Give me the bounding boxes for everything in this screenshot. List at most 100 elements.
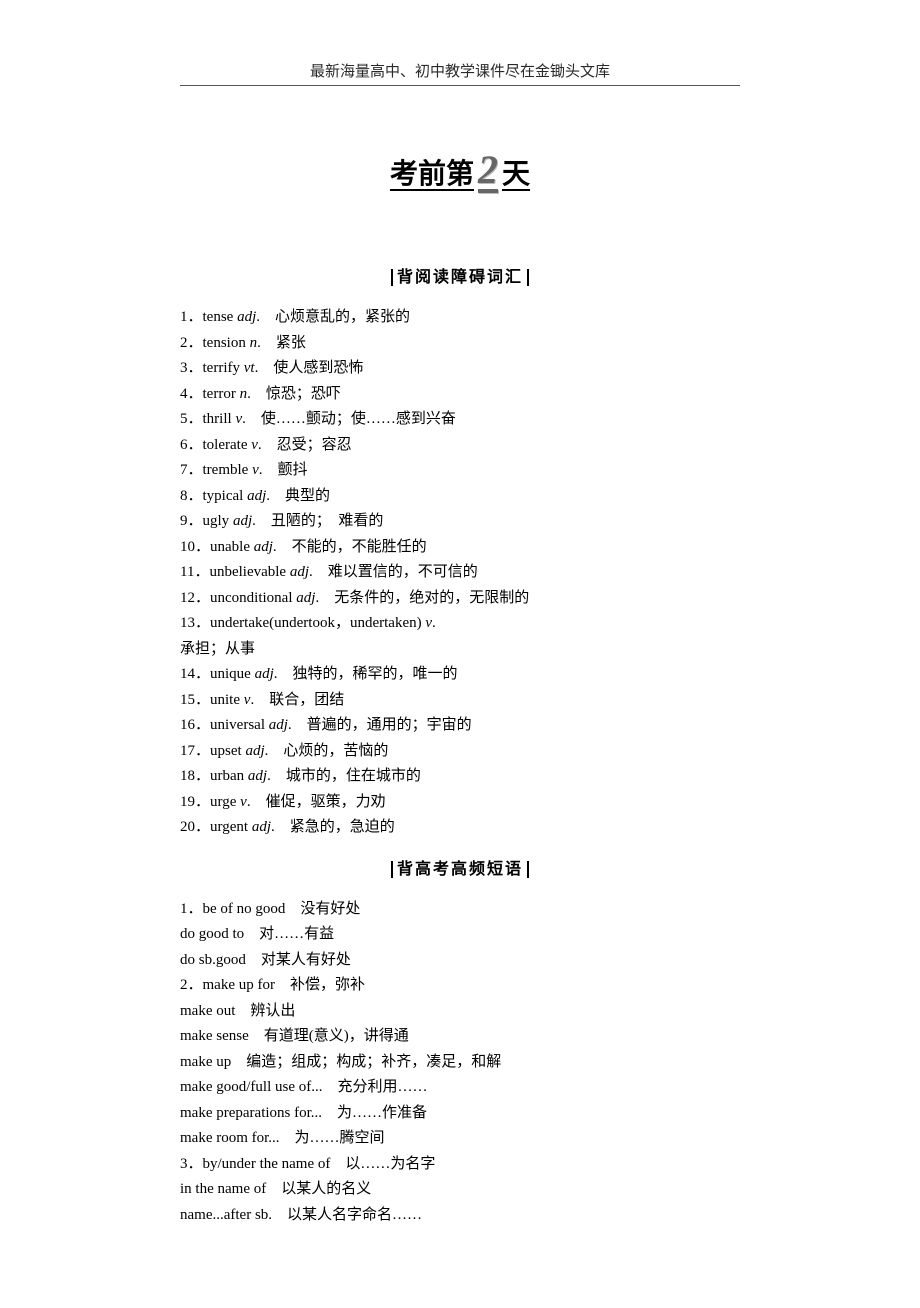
- vocab-translation: .: [432, 615, 436, 631]
- phrase-item: make out 辨认出: [180, 999, 740, 1025]
- vocab-translation: . 典型的: [266, 488, 330, 504]
- phrase-item: 2．make up for 补偿，弥补: [180, 973, 740, 999]
- phrase-item: 3．by/under the name of 以……为名字: [180, 1152, 740, 1178]
- vocab-number: 9．: [180, 513, 203, 529]
- vocab-number: 1．: [180, 309, 203, 325]
- vocab-pos: vt: [244, 360, 255, 376]
- section-1-label: 背阅读障碍词汇: [180, 263, 740, 287]
- vocab-pos: adj: [255, 666, 274, 682]
- vocab-word: tremble: [203, 462, 253, 478]
- title-prefix: 考前第: [390, 159, 474, 190]
- vocab-translation: . 心烦的，苦恼的: [265, 743, 389, 759]
- section-2-label-text: 背高考高频短语: [391, 861, 529, 878]
- phrase-list: 1．be of no good 没有好处do good to 对……有益do s…: [180, 897, 740, 1229]
- vocab-number: 19．: [180, 794, 210, 810]
- vocab-item: 19．urge v. 催促，驱策，力劝: [180, 790, 740, 816]
- vocab-word: urgent: [210, 819, 252, 835]
- vocab-item: 18．urban adj. 城市的，住在城市的: [180, 764, 740, 790]
- document-page: 最新海量高中、初中教学课件尽在金锄头文库 考前第2天 背阅读障碍词汇 1．ten…: [0, 0, 920, 1308]
- vocab-item: 1．tense adj. 心烦意乱的，紧张的: [180, 305, 740, 331]
- vocab-number: 17．: [180, 743, 210, 759]
- vocab-number: 4．: [180, 386, 203, 402]
- vocab-pos: adj: [248, 768, 267, 784]
- vocab-pos: v: [251, 437, 258, 453]
- vocab-translation: . 城市的，住在城市的: [267, 768, 421, 784]
- phrase-item: make up 编造；组成；构成；补齐，凑足，和解: [180, 1050, 740, 1076]
- vocab-translation: . 无条件的，绝对的，无限制的: [315, 590, 529, 606]
- vocab-word: thrill: [203, 411, 236, 427]
- vocab-item: 2．tension n. 紧张: [180, 331, 740, 357]
- vocab-word: undertake(undertook，undertaken): [210, 615, 425, 631]
- vocab-item: 12．unconditional adj. 无条件的，绝对的，无限制的: [180, 586, 740, 612]
- main-title: 考前第2天: [180, 146, 740, 193]
- page-header: 最新海量高中、初中教学课件尽在金锄头文库: [180, 60, 740, 86]
- vocab-word: urban: [210, 768, 248, 784]
- vocab-word: unable: [210, 539, 254, 555]
- section-1-label-text: 背阅读障碍词汇: [391, 269, 529, 286]
- vocab-number: 13．: [180, 615, 210, 631]
- vocab-translation: . 不能的，不能胜任的: [273, 539, 427, 555]
- vocab-number: 2．: [180, 335, 203, 351]
- phrase-item: do sb.good 对某人有好处: [180, 948, 740, 974]
- vocab-number: 10．: [180, 539, 210, 555]
- vocab-item: 3．terrify vt. 使人感到恐怖: [180, 356, 740, 382]
- phrase-item: make room for... 为……腾空间: [180, 1126, 740, 1152]
- vocab-word: unite: [210, 692, 244, 708]
- vocab-word: terror: [203, 386, 240, 402]
- title-number: 2: [478, 147, 498, 192]
- vocab-word: typical: [203, 488, 248, 504]
- vocab-pos: adj: [233, 513, 252, 529]
- vocab-pos: n: [250, 335, 258, 351]
- vocab-pos: adj: [245, 743, 264, 759]
- vocab-word: ugly: [203, 513, 233, 529]
- vocab-item: 11．unbelievable adj. 难以置信的，不可信的: [180, 560, 740, 586]
- phrase-item: 1．be of no good 没有好处: [180, 897, 740, 923]
- vocab-continuation: 承担；从事: [180, 637, 740, 663]
- vocab-word: terrify: [203, 360, 244, 376]
- vocab-word: tense: [203, 309, 238, 325]
- vocab-translation: . 心烦意乱的，紧张的: [256, 309, 410, 325]
- vocab-number: 18．: [180, 768, 210, 784]
- vocab-number: 6．: [180, 437, 203, 453]
- vocab-translation: . 催促，驱策，力劝: [247, 794, 386, 810]
- vocab-translation: . 忍受；容忍: [258, 437, 352, 453]
- vocab-list: 1．tense adj. 心烦意乱的，紧张的2．tension n. 紧张3．t…: [180, 305, 740, 841]
- vocab-item: 9．ugly adj. 丑陋的； 难看的: [180, 509, 740, 535]
- vocab-item: 6．tolerate v. 忍受；容忍: [180, 433, 740, 459]
- vocab-number: 15．: [180, 692, 210, 708]
- vocab-word: urge: [210, 794, 240, 810]
- vocab-item: 4．terror n. 惊恐；恐吓: [180, 382, 740, 408]
- vocab-number: 11．: [180, 564, 209, 580]
- vocab-item: 13．undertake(undertook，undertaken) v.: [180, 611, 740, 637]
- phrase-item: make sense 有道理(意义)，讲得通: [180, 1024, 740, 1050]
- vocab-number: 20．: [180, 819, 210, 835]
- vocab-pos: n: [240, 386, 248, 402]
- vocab-pos: adj: [237, 309, 256, 325]
- vocab-word: tension: [203, 335, 250, 351]
- vocab-translation: . 普遍的，通用的；宇宙的: [288, 717, 472, 733]
- vocab-pos: v: [240, 794, 247, 810]
- vocab-translation: . 使人感到恐怖: [255, 360, 364, 376]
- vocab-item: 7．tremble v. 颤抖: [180, 458, 740, 484]
- vocab-item: 17．upset adj. 心烦的，苦恼的: [180, 739, 740, 765]
- vocab-word: tolerate: [203, 437, 252, 453]
- phrase-item: in the name of 以某人的名义: [180, 1177, 740, 1203]
- vocab-translation: . 紧张: [257, 335, 306, 351]
- vocab-item: 20．urgent adj. 紧急的，急迫的: [180, 815, 740, 841]
- vocab-word: unconditional: [210, 590, 296, 606]
- vocab-translation: . 惊恐；恐吓: [247, 386, 341, 402]
- vocab-pos: adj: [269, 717, 288, 733]
- vocab-item: 15．unite v. 联合，团结: [180, 688, 740, 714]
- vocab-item: 16．universal adj. 普遍的，通用的；宇宙的: [180, 713, 740, 739]
- vocab-translation: . 独特的，稀罕的，唯一的: [274, 666, 458, 682]
- vocab-word: unique: [210, 666, 255, 682]
- vocab-word: universal: [210, 717, 269, 733]
- vocab-number: 8．: [180, 488, 203, 504]
- vocab-word: upset: [210, 743, 245, 759]
- vocab-translation: . 颤抖: [259, 462, 308, 478]
- vocab-pos: adj: [254, 539, 273, 555]
- vocab-word: unbelievable: [209, 564, 289, 580]
- phrase-item: make preparations for... 为……作准备: [180, 1101, 740, 1127]
- vocab-number: 5．: [180, 411, 203, 427]
- vocab-number: 16．: [180, 717, 210, 733]
